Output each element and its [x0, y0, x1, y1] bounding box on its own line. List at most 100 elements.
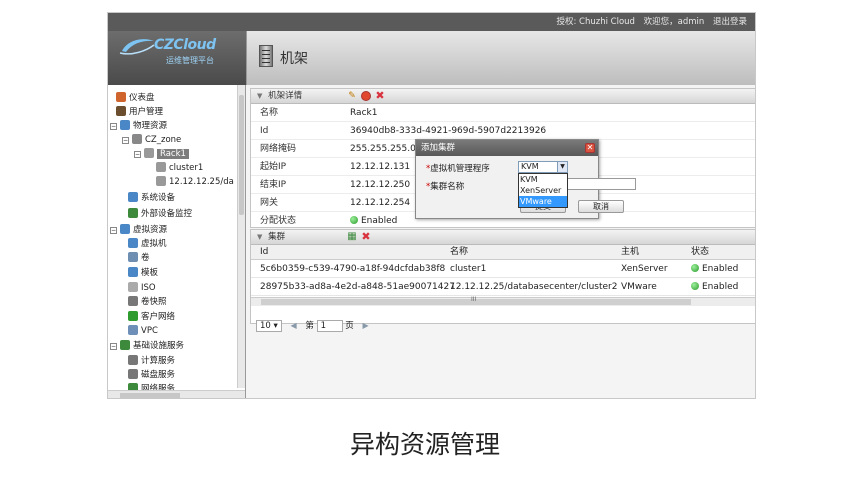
sidebar-item[interactable]: 客户网络	[128, 310, 175, 324]
sidebar-item-label: 虚拟资源	[133, 225, 168, 235]
sidebar-item[interactable]: − CZ_zone	[122, 133, 181, 147]
sidebar-item-label: 虚拟机	[141, 239, 167, 249]
column-header-status[interactable]: 状态	[691, 245, 709, 260]
option-kvm[interactable]: KVM	[519, 174, 567, 185]
volume-icon	[128, 252, 138, 262]
zone-icon	[132, 134, 142, 144]
org-label: 授权: Chuzhi Cloud	[556, 17, 635, 27]
collapse-toggle-icon[interactable]: −	[110, 123, 117, 130]
sidebar-item-label: 卷	[141, 253, 150, 263]
sidebar-item-label: 模板	[141, 268, 159, 278]
status-dot-icon	[691, 282, 699, 290]
sidebar-horizontal-scrollbar[interactable]	[108, 390, 245, 398]
column-header-id[interactable]: Id	[260, 245, 268, 260]
option-vmware[interactable]: VMware	[519, 196, 567, 207]
sidebar-item[interactable]: − 基础设施服务	[110, 339, 184, 353]
logo-subtitle: 运维管理平台	[166, 56, 214, 65]
detail-value: 36940db8-333d-4921-969d-5907d2213926	[350, 126, 547, 136]
page-prefix: 第	[305, 321, 314, 331]
clusters-horizontal-scrollbar[interactable]: III	[251, 296, 755, 306]
sidebar-item-label: 物理资源	[133, 121, 168, 131]
hypervisor-select[interactable]: KVM ▼	[518, 161, 568, 173]
sidebar-item-label: 基础设施服务	[133, 341, 185, 351]
sidebar-item-label: 卷快照	[141, 297, 167, 307]
collapse-toggle-icon[interactable]: −	[110, 343, 117, 350]
next-page-icon[interactable]: ▶	[363, 321, 369, 330]
sidebar-item[interactable]: 系统设备	[128, 191, 175, 205]
sidebar-item[interactable]: 外部设备监控	[128, 207, 192, 221]
cluster-name: 12.12.12.25/databasecenter/cluster2	[450, 282, 618, 292]
status-dot-icon	[691, 264, 699, 272]
logo-name: CZCloud	[154, 37, 216, 53]
prev-page-icon[interactable]: ◀	[291, 321, 297, 330]
host-icon	[156, 176, 166, 186]
page-size-select[interactable]: 10 ▾	[256, 319, 282, 332]
sidebar-item[interactable]: 仪表盘	[116, 91, 155, 105]
detail-value: 12.12.12.254	[350, 198, 411, 208]
detail-row: Id 36940db8-333d-4921-969d-5907d2213926	[251, 122, 755, 140]
cluster-status: Enabled	[691, 278, 738, 296]
infra-icon	[120, 340, 130, 350]
sidebar-item-label: 仪表盘	[129, 93, 155, 103]
hypervisor-label: *虚拟机管理程序	[426, 164, 490, 174]
cluster-id: 28975b33-ad8a-4e2d-a848-51ae90071427	[260, 282, 455, 292]
collapse-icon[interactable]: ▼	[257, 92, 262, 100]
detail-value: 255.255.255.0	[350, 144, 416, 154]
sidebar-item[interactable]: − 物理资源	[110, 119, 167, 133]
close-icon[interactable]: ✕	[585, 143, 595, 153]
delete-icon[interactable]: ✖	[361, 231, 371, 242]
sidebar-item[interactable]: cluster1	[156, 161, 203, 175]
detail-value: 12.12.12.131	[350, 162, 411, 172]
rack-icon	[259, 45, 273, 67]
disable-icon[interactable]	[361, 91, 371, 101]
top-bar: 授权: Chuzhi Cloud 欢迎您，admin 退出登录	[108, 13, 755, 31]
sidebar-item[interactable]: − 虚拟资源	[110, 223, 167, 237]
pager: 10 ▾ ◀ 第 1 页 ▶	[256, 319, 375, 333]
sidebar-item[interactable]: 12.12.12.25/da	[156, 175, 234, 189]
sidebar-vertical-scrollbar[interactable]	[237, 85, 245, 388]
sidebar-item[interactable]: 用户管理	[116, 105, 163, 119]
sidebar-item[interactable]: − Rack1	[134, 147, 189, 161]
collapse-toggle-icon[interactable]: −	[122, 137, 129, 144]
dialog-header: 添加集群 ✕	[416, 140, 598, 156]
edit-icon[interactable]: ✎	[347, 91, 357, 101]
sidebar-item[interactable]: 卷快照	[128, 295, 167, 309]
add-cluster-dialog: 添加集群 ✕ *虚拟机管理程序 KVM ▼ *集群名称 KVM XenServe…	[415, 139, 636, 219]
collapse-icon[interactable]: ▼	[257, 233, 262, 241]
template-icon	[128, 267, 138, 277]
detail-key: 网关	[260, 198, 279, 208]
column-header-host[interactable]: 主机	[621, 245, 639, 260]
collapse-toggle-icon[interactable]: −	[110, 227, 117, 234]
monitor-icon	[128, 208, 138, 218]
sidebar-item[interactable]: VPC	[128, 324, 158, 338]
page-number-input[interactable]: 1	[316, 319, 343, 332]
rack-details-header: ▼ 机架详情 ✎ ✖	[251, 89, 755, 104]
delete-icon[interactable]: ✖	[375, 90, 385, 101]
sidebar-item[interactable]: 模板	[128, 266, 158, 280]
add-icon[interactable]: ▦	[347, 232, 357, 242]
sidebar-item-label: CZ_zone	[145, 135, 182, 145]
clusters-header: ▼ 集群 ▦ ✖	[251, 230, 755, 245]
option-xenserver[interactable]: XenServer	[519, 185, 567, 196]
sidebar-item[interactable]: 计算服务	[128, 354, 175, 368]
sidebar-item[interactable]: ISO	[128, 281, 156, 295]
collapse-toggle-icon[interactable]: −	[134, 151, 141, 158]
logout-link[interactable]: 退出登录	[713, 17, 747, 27]
detail-value: Rack1	[350, 108, 378, 118]
cancel-button[interactable]: 取消	[578, 200, 624, 213]
clusters-panel: ▼ 集群 ▦ ✖ Id 名称 主机 状态 5c6b0359-c539-4790-…	[250, 229, 755, 324]
column-header-name[interactable]: 名称	[450, 245, 468, 260]
rack-icon	[144, 148, 154, 158]
sidebar-item[interactable]: 卷	[128, 251, 150, 265]
sidebar-item[interactable]: 磁盘服务	[128, 368, 175, 382]
detail-key: 分配状态	[260, 216, 297, 226]
cluster-host: XenServer	[621, 264, 668, 274]
sidebar-item[interactable]: 虚拟机	[128, 237, 167, 251]
clusters-title: 集群	[268, 232, 286, 242]
virtual-icon	[120, 224, 130, 234]
iso-icon	[128, 282, 138, 292]
table-row[interactable]: 28975b33-ad8a-4e2d-a848-51ae90071427 12.…	[251, 278, 755, 296]
vm-icon	[128, 238, 138, 248]
table-row[interactable]: 5c6b0359-c539-4790-a18f-94dcfdab38f8 clu…	[251, 260, 755, 278]
chevron-down-icon[interactable]: ▼	[557, 162, 567, 172]
